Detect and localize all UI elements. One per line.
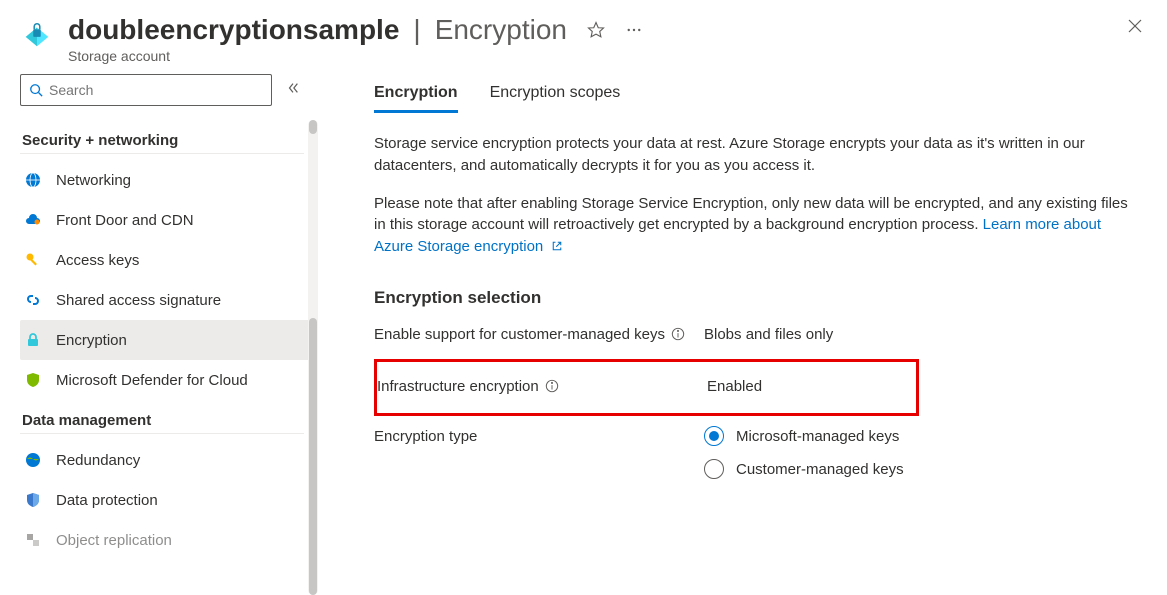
sidebar-item-label: Object replication xyxy=(56,532,172,549)
radio-button-icon xyxy=(704,459,724,479)
close-blade-button[interactable] xyxy=(1123,14,1147,38)
sidebar-item-defender[interactable]: Microsoft Defender for Cloud xyxy=(20,360,318,400)
sidebar-item-label: Data protection xyxy=(56,492,158,509)
key-icon xyxy=(24,251,42,269)
info-icon[interactable] xyxy=(545,378,559,399)
radio-microsoft-managed[interactable]: Microsoft-managed keys xyxy=(704,426,1143,447)
sidebar-item-label: Front Door and CDN xyxy=(56,212,194,229)
description-2: Please note that after enabling Storage … xyxy=(374,193,1143,258)
link-icon xyxy=(24,291,42,309)
sidebar-item-data-protection[interactable]: Data protection xyxy=(20,480,318,520)
sidebar-section-security: Security + networking xyxy=(22,132,318,149)
object-icon xyxy=(24,531,42,549)
radio-label: Customer-managed keys xyxy=(736,459,904,480)
shield-icon xyxy=(24,371,42,389)
sidebar-item-label: Redundancy xyxy=(56,452,140,469)
sidebar-item-label: Microsoft Defender for Cloud xyxy=(56,372,248,389)
resource-name: doubleencryptionsample xyxy=(68,14,399,46)
infrastructure-encryption-highlight: Infrastructure encryption Enabled xyxy=(374,359,919,416)
infra-encryption-label: Infrastructure encryption xyxy=(377,376,539,397)
row-cmk-support: Enable support for customer-managed keys… xyxy=(374,324,1143,347)
radio-label: Microsoft-managed keys xyxy=(736,426,899,447)
tab-encryption[interactable]: Encryption xyxy=(374,84,458,113)
main-content: Encryption Encryption scopes Storage ser… xyxy=(318,74,1167,595)
sidebar-item-redundancy[interactable]: Redundancy xyxy=(20,440,318,480)
cloud-icon xyxy=(24,211,42,229)
sidebar-item-encryption[interactable]: Encryption xyxy=(20,320,318,360)
sidebar-item-label: Networking xyxy=(56,172,131,189)
sidebar-scrollbar[interactable] xyxy=(308,120,318,595)
tab-encryption-scopes[interactable]: Encryption scopes xyxy=(490,84,621,113)
infra-encryption-value: Enabled xyxy=(707,376,916,397)
search-icon xyxy=(29,83,43,97)
sidebar-section-data-mgmt: Data management xyxy=(22,412,318,429)
storage-lock-icon xyxy=(22,20,52,50)
row-encryption-type: Encryption type Microsoft-managed keys C… xyxy=(374,426,1143,480)
sidebar-item-label: Access keys xyxy=(56,252,139,269)
sidebar-item-object-replication[interactable]: Object replication xyxy=(20,520,318,560)
sidebar-item-frontdoor[interactable]: Front Door and CDN xyxy=(20,200,318,240)
sidebar-search-input[interactable] xyxy=(20,74,272,106)
globe2-icon xyxy=(24,451,42,469)
sidebar-search-field[interactable] xyxy=(49,82,263,98)
encryption-type-radio-group: Microsoft-managed keys Customer-managed … xyxy=(704,426,1143,480)
more-actions-icon[interactable] xyxy=(625,21,643,44)
sidebar-item-access-keys[interactable]: Access keys xyxy=(20,240,318,280)
tab-bar: Encryption Encryption scopes xyxy=(374,84,1143,113)
section-heading-encryption-selection: Encryption selection xyxy=(374,288,1143,308)
title-separator: | xyxy=(413,14,420,46)
resource-type-label: Storage account xyxy=(68,48,1123,64)
external-link-icon xyxy=(551,240,563,252)
sidebar-item-label: Shared access signature xyxy=(56,292,221,309)
sidebar-item-label: Encryption xyxy=(56,332,127,349)
info-icon[interactable] xyxy=(671,326,685,347)
cmk-support-value: Blobs and files only xyxy=(704,324,1143,345)
cmk-support-label: Enable support for customer-managed keys xyxy=(374,324,665,345)
lock-icon xyxy=(24,331,42,349)
encryption-type-label: Encryption type xyxy=(374,426,477,447)
collapse-sidebar-icon[interactable] xyxy=(282,77,304,104)
favorite-star-icon[interactable] xyxy=(587,21,605,44)
shield2-icon xyxy=(24,491,42,509)
description-1: Storage service encryption protects your… xyxy=(374,133,1143,177)
blade-header: doubleencryptionsample | Encryption Stor… xyxy=(0,0,1167,74)
sidebar-item-networking[interactable]: Networking xyxy=(20,160,318,200)
sidebar-item-sas[interactable]: Shared access signature xyxy=(20,280,318,320)
globe-icon xyxy=(24,171,42,189)
sidebar: Security + networking Networking Front D… xyxy=(0,74,318,595)
page-name: Encryption xyxy=(435,14,567,46)
radio-button-icon xyxy=(704,426,724,446)
radio-customer-managed[interactable]: Customer-managed keys xyxy=(704,459,1143,480)
